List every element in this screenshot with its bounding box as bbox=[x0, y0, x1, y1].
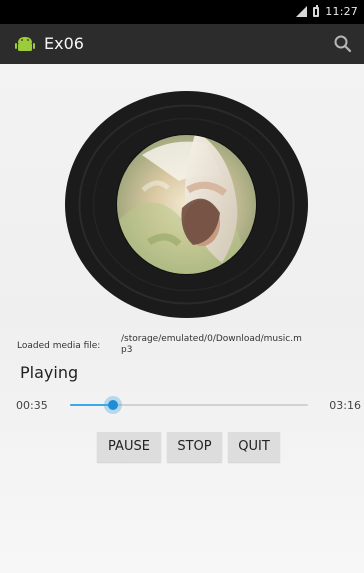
action-bar: Ex06 bbox=[0, 24, 364, 64]
signal-icon bbox=[296, 6, 308, 17]
app-title: Ex06 bbox=[44, 34, 84, 53]
playback-controls: PAUSE STOP QUIT bbox=[97, 432, 280, 462]
seek-thumb[interactable] bbox=[103, 396, 122, 414]
seek-bar[interactable] bbox=[70, 395, 308, 415]
android-icon bbox=[15, 37, 35, 51]
album-disc-art bbox=[65, 91, 308, 318]
stop-button[interactable]: STOP bbox=[167, 432, 222, 462]
loaded-media-label: Loaded media file: bbox=[17, 341, 101, 351]
media-file-path: /storage/emulated/0/Download/music.mp3 bbox=[121, 334, 302, 355]
current-time: 00:35 bbox=[16, 399, 48, 412]
total-time: 03:16 bbox=[329, 399, 361, 412]
quit-button[interactable]: QUIT bbox=[228, 432, 280, 462]
status-time: 11:27 bbox=[325, 5, 358, 18]
battery-icon bbox=[313, 4, 320, 17]
playback-state: Playing bbox=[20, 363, 79, 382]
search-icon[interactable] bbox=[332, 33, 354, 55]
status-icons: 11:27 bbox=[296, 4, 358, 18]
album-disc bbox=[65, 91, 308, 318]
status-bar: 11:27 bbox=[0, 0, 364, 24]
pause-button[interactable]: PAUSE bbox=[97, 432, 161, 462]
